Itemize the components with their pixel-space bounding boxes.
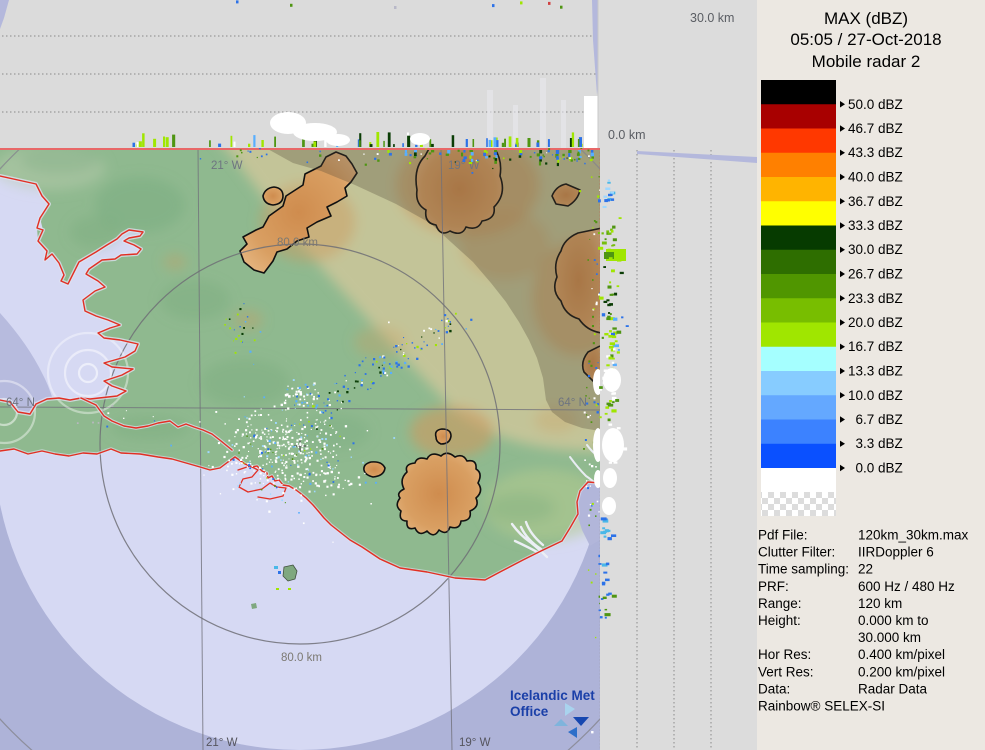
svg-text:30.000 km: 30.000 km xyxy=(858,630,921,645)
svg-text:36.7 dBZ: 36.7 dBZ xyxy=(848,194,903,209)
svg-text:0.0 km: 0.0 km xyxy=(608,128,646,142)
svg-text:23.3 dBZ: 23.3 dBZ xyxy=(848,291,903,306)
svg-text:30.0 dBZ: 30.0 dBZ xyxy=(848,242,903,257)
svg-text:80.0 km: 80.0 km xyxy=(281,652,322,664)
svg-text:46.7 dBZ: 46.7 dBZ xyxy=(848,121,903,136)
svg-text:600 Hz / 480 Hz: 600 Hz / 480 Hz xyxy=(858,579,955,594)
svg-text:19° W: 19° W xyxy=(459,737,491,749)
svg-text:120 km: 120 km xyxy=(858,596,902,611)
svg-text:Office: Office xyxy=(510,704,549,719)
svg-text:80.0 km: 80.0 km xyxy=(277,237,318,249)
svg-text:6.7 dBZ: 6.7 dBZ xyxy=(848,412,903,427)
svg-text:40.0 dBZ: 40.0 dBZ xyxy=(848,170,903,185)
svg-text:10.0 dBZ: 10.0 dBZ xyxy=(848,388,903,403)
svg-text:Rainbow® SELEX-SI: Rainbow® SELEX-SI xyxy=(758,699,885,714)
svg-text:0.400 km/pixel: 0.400 km/pixel xyxy=(858,647,945,662)
svg-text:Range:: Range: xyxy=(758,596,802,611)
svg-text:Time sampling:: Time sampling: xyxy=(758,562,849,577)
svg-text:21° W: 21° W xyxy=(206,737,238,749)
svg-text:Clutter Filter:: Clutter Filter: xyxy=(758,545,835,560)
svg-text:64° N: 64° N xyxy=(6,397,35,409)
svg-text:05:05 / 27-Oct-2018: 05:05 / 27-Oct-2018 xyxy=(790,30,941,49)
svg-text:21° W: 21° W xyxy=(211,160,243,172)
svg-text:30.0 km: 30.0 km xyxy=(690,11,734,25)
svg-text:Hor Res:: Hor Res: xyxy=(758,647,811,662)
svg-text:3.3 dBZ: 3.3 dBZ xyxy=(848,436,903,451)
svg-text:Pdf File:: Pdf File: xyxy=(758,528,808,543)
svg-text:20.0 dBZ: 20.0 dBZ xyxy=(848,315,903,330)
svg-text:0.000 km to: 0.000 km to xyxy=(858,613,929,628)
svg-text:0.200 km/pixel: 0.200 km/pixel xyxy=(858,664,945,679)
svg-text:43.3 dBZ: 43.3 dBZ xyxy=(848,145,903,160)
svg-text:Icelandic Met: Icelandic Met xyxy=(510,688,595,703)
svg-text:50.0 dBZ: 50.0 dBZ xyxy=(848,97,903,112)
svg-text:MAX (dBZ): MAX (dBZ) xyxy=(824,9,908,28)
svg-text:0.0 dBZ: 0.0 dBZ xyxy=(848,461,903,476)
svg-text:Height:: Height: xyxy=(758,613,801,628)
svg-text:120km_30km.max: 120km_30km.max xyxy=(858,528,969,543)
svg-text:Vert Res:: Vert Res: xyxy=(758,664,814,679)
svg-text:Radar Data: Radar Data xyxy=(858,681,928,696)
svg-text:PRF:: PRF: xyxy=(758,579,789,594)
svg-text:64° N: 64° N xyxy=(558,397,587,409)
svg-text:Mobile radar 2: Mobile radar 2 xyxy=(812,52,921,71)
svg-text:IIRDoppler 6: IIRDoppler 6 xyxy=(858,545,934,560)
svg-text:33.3 dBZ: 33.3 dBZ xyxy=(848,218,903,233)
svg-text:22: 22 xyxy=(858,562,873,577)
svg-text:Data:: Data: xyxy=(758,681,790,696)
svg-text:16.7 dBZ: 16.7 dBZ xyxy=(848,339,903,354)
svg-text:13.3 dBZ: 13.3 dBZ xyxy=(848,364,903,379)
svg-text:26.7 dBZ: 26.7 dBZ xyxy=(848,267,903,282)
